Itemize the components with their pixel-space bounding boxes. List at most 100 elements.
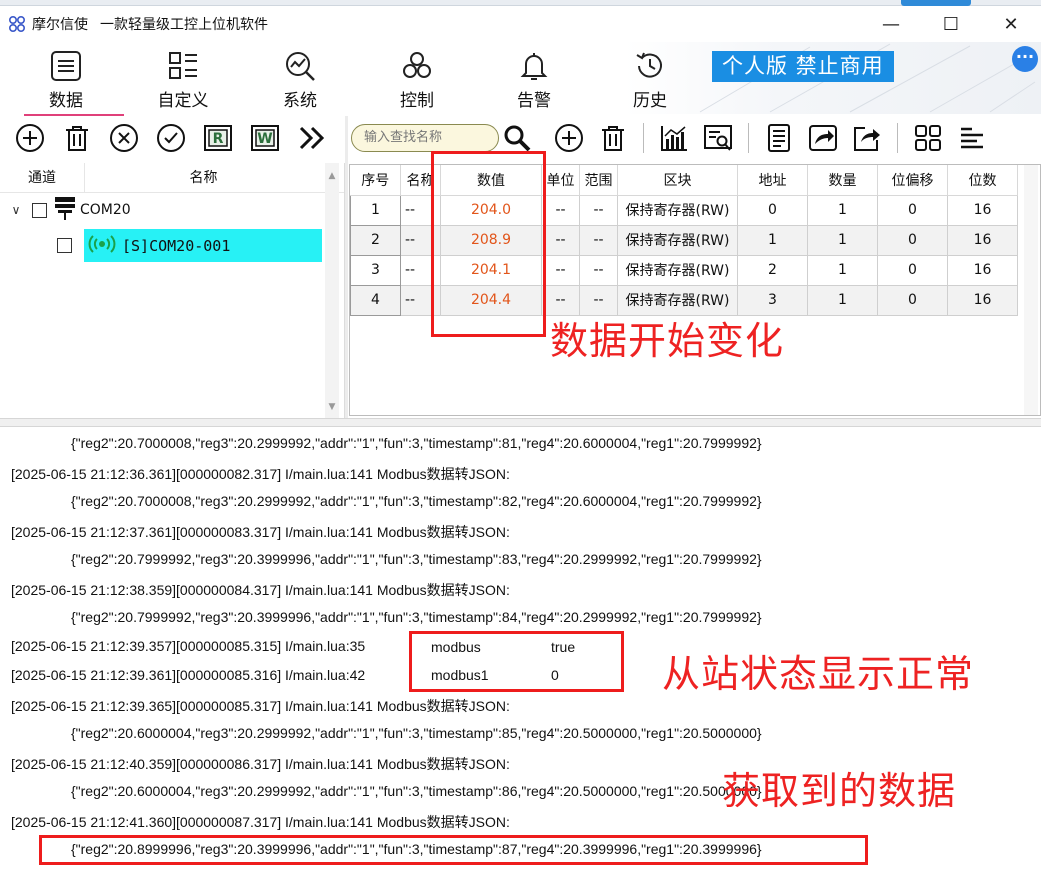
col-header-bit-offset[interactable]: 位偏移 <box>877 165 948 196</box>
align-icon <box>961 127 983 149</box>
col-header-bits[interactable]: 位数 <box>947 165 1018 196</box>
expand-button[interactable] <box>292 118 332 158</box>
port-label: COM20 <box>80 202 131 218</box>
chat-bubble-icon[interactable]: ··· <box>1012 46 1038 72</box>
vertical-splitter[interactable] <box>345 116 348 418</box>
write-w-icon: W <box>251 125 279 151</box>
share-button[interactable] <box>801 118 845 158</box>
search-doc-button[interactable] <box>696 118 740 158</box>
log-header-line: [2025-06-15 21:12:39.361][000000085.316]… <box>11 667 366 683</box>
cell-quantity[interactable]: 1 <box>807 254 878 286</box>
tiles-icon <box>915 125 941 151</box>
toolbar-divider <box>748 123 749 153</box>
tile-view-button[interactable] <box>906 118 950 158</box>
svg-text:R: R <box>213 131 224 147</box>
search-doc-icon <box>704 125 732 151</box>
grid-icon <box>169 52 197 79</box>
doc-icon <box>768 124 790 152</box>
list-icon <box>51 51 81 81</box>
chart-button[interactable] <box>652 118 696 158</box>
write-button[interactable]: W <box>245 118 285 158</box>
cell-bits[interactable]: 16 <box>947 284 1018 316</box>
cell-bits[interactable]: 16 <box>947 224 1018 256</box>
cell-unit[interactable]: -- <box>541 254 580 286</box>
svg-text:W: W <box>257 131 272 147</box>
add-register-button[interactable] <box>547 118 591 158</box>
col-header-range[interactable]: 范围 <box>579 165 618 196</box>
col-header-address[interactable]: 地址 <box>737 165 808 196</box>
log-header-line: [2025-06-15 21:12:40.359][000000086.317]… <box>11 756 510 772</box>
nav-alarm-label: 告警 <box>517 91 551 111</box>
table-scrollbar[interactable] <box>1024 165 1038 415</box>
cell-address[interactable]: 2 <box>737 254 808 286</box>
col-header-quantity[interactable]: 数量 <box>807 165 878 196</box>
document-button[interactable] <box>757 118 801 158</box>
cell-no[interactable]: 3 <box>350 254 401 286</box>
delete-icon <box>66 126 88 151</box>
app-logo-icon <box>7 14 27 34</box>
search-input[interactable]: 输入查找名称 <box>351 124 499 152</box>
minimize-button[interactable]: — <box>861 6 921 42</box>
connect-button[interactable] <box>151 118 191 158</box>
annotation-slave-ok: 从站状态显示正常 <box>662 652 975 696</box>
add-icon <box>555 124 583 152</box>
cell-bit-offset[interactable]: 0 <box>877 224 948 256</box>
nav-data[interactable]: 数据 <box>16 48 124 116</box>
export-button[interactable] <box>845 118 889 158</box>
cell-bits[interactable]: 16 <box>947 254 1018 286</box>
col-header-no[interactable]: 序号 <box>350 165 401 196</box>
tree-scrollbar[interactable]: ▲ ▼ <box>325 163 339 418</box>
add-device-button[interactable] <box>10 118 50 158</box>
log-json-line: {"reg2":20.7000008,"reg3":20.2999992,"ad… <box>71 493 762 509</box>
cell-bit-offset[interactable]: 0 <box>877 194 948 226</box>
cell-no[interactable]: 2 <box>350 224 401 256</box>
license-badge: 个人版 禁止商用 <box>712 51 894 82</box>
col-header-block[interactable]: 区块 <box>617 165 738 196</box>
cell-block[interactable]: 保持寄存器(RW) <box>617 254 738 286</box>
close-button[interactable]: ✕ <box>981 6 1041 42</box>
link-icon <box>403 52 431 78</box>
device-checkbox[interactable] <box>57 237 72 253</box>
cell-bit-offset[interactable]: 0 <box>877 284 948 316</box>
cell-quantity[interactable]: 1 <box>807 284 878 316</box>
disconnect-button[interactable] <box>104 118 144 158</box>
toolbar-divider <box>643 123 644 153</box>
nav-alarm[interactable]: 告警 <box>484 48 584 112</box>
cell-block[interactable]: 保持寄存器(RW) <box>617 194 738 226</box>
read-button[interactable]: R <box>198 118 238 158</box>
annotation-data-changing: 数据开始变化 <box>550 319 785 363</box>
maximize-button[interactable]: ☐ <box>921 6 981 42</box>
nav-history[interactable]: 历史 <box>600 48 700 112</box>
cell-quantity[interactable]: 1 <box>807 194 878 226</box>
horizontal-splitter[interactable] <box>0 418 1041 427</box>
cell-bits[interactable]: 16 <box>947 194 1018 226</box>
nav-custom-label: 自定义 <box>157 91 209 111</box>
delete-register-button[interactable] <box>591 118 635 158</box>
chevron-down-icon[interactable]: ∨ <box>8 203 24 217</box>
nav-system[interactable]: 系统 <box>250 48 350 112</box>
cell-unit[interactable]: -- <box>541 224 580 256</box>
status-key-modbus1: modbus1 <box>431 667 489 683</box>
tree-row-device[interactable]: [S]COM20-001 <box>84 229 322 262</box>
cell-address[interactable]: 1 <box>737 224 808 256</box>
cell-address[interactable]: 0 <box>737 194 808 226</box>
tree-row-port[interactable]: ∨ COM20 <box>0 194 131 226</box>
cell-range[interactable]: -- <box>579 194 618 226</box>
cell-range[interactable]: -- <box>579 224 618 256</box>
nav-custom[interactable]: 自定义 <box>133 48 233 112</box>
cell-block[interactable]: 保持寄存器(RW) <box>617 224 738 256</box>
device-label: [S]COM20-001 <box>122 236 231 255</box>
port-checkbox[interactable] <box>32 202 47 218</box>
cell-no[interactable]: 4 <box>350 284 401 316</box>
delete-device-button[interactable] <box>57 118 97 158</box>
cell-quantity[interactable]: 1 <box>807 224 878 256</box>
cell-no[interactable]: 1 <box>350 194 401 226</box>
cell-range[interactable]: -- <box>579 254 618 286</box>
cell-unit[interactable]: -- <box>541 194 580 226</box>
status-val-modbus1: 0 <box>551 667 559 683</box>
annotation-box-latest-json <box>39 835 868 865</box>
nav-control[interactable]: 控制 <box>367 48 467 112</box>
col-header-unit[interactable]: 单位 <box>541 165 580 196</box>
cell-bit-offset[interactable]: 0 <box>877 254 948 286</box>
align-button[interactable] <box>950 118 994 158</box>
